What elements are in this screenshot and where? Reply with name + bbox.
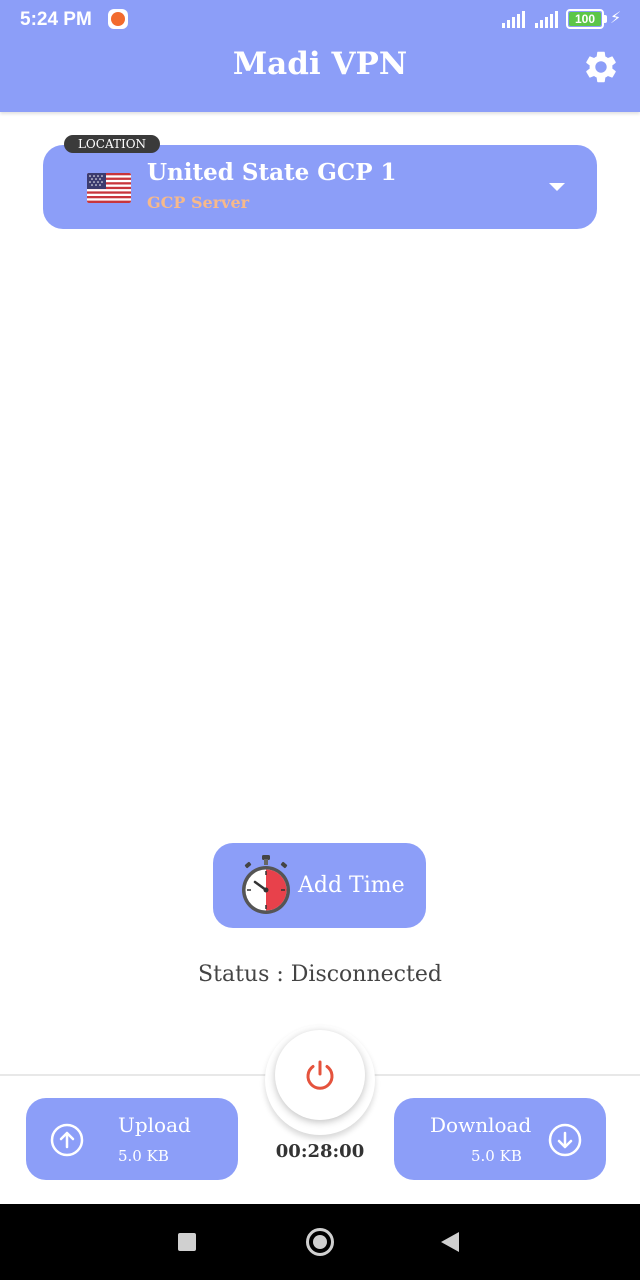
location-badge: LOCATION (64, 135, 160, 153)
download-value: 5.0 KB (471, 1147, 522, 1165)
charging-icon: ⚡ (610, 8, 622, 27)
download-stats-card: Download 5.0 KB (394, 1098, 606, 1180)
app-header: 5:24 PM 100 ⚡ Madi VPN (0, 0, 640, 112)
home-icon[interactable] (306, 1228, 334, 1256)
status-time: 5:24 PM (20, 9, 92, 30)
upload-stats-card: Upload 5.0 KB (26, 1098, 238, 1180)
settings-button[interactable] (582, 48, 620, 86)
server-name: United State GCP 1 (147, 159, 397, 186)
upload-label: Upload (118, 1113, 191, 1137)
battery-tip (604, 15, 607, 23)
connection-status: Status : Disconnected (198, 962, 442, 987)
stopwatch-icon (239, 853, 293, 917)
add-time-label: Add Time (298, 873, 405, 898)
back-icon[interactable] (441, 1232, 459, 1252)
chevron-down-icon (549, 183, 565, 191)
recent-apps-icon[interactable] (178, 1233, 196, 1251)
signal-icon (502, 10, 528, 28)
download-label: Download (430, 1113, 532, 1137)
us-flag-icon (87, 173, 131, 203)
gear-icon (586, 51, 616, 83)
app-title: Madi VPN (232, 46, 408, 82)
signal-icon-2 (535, 10, 561, 28)
server-selector[interactable]: United State GCP 1 GCP Server (43, 145, 597, 229)
battery-icon: 100 (566, 9, 604, 29)
power-icon (306, 1060, 334, 1090)
notification-icon (108, 9, 128, 29)
connect-power-button[interactable] (275, 1030, 365, 1120)
server-type: GCP Server (147, 193, 250, 212)
system-nav-bar (0, 1204, 640, 1280)
battery-level: 100 (574, 12, 596, 26)
add-time-button[interactable]: Add Time (213, 843, 426, 928)
download-arrow-icon (548, 1123, 582, 1157)
